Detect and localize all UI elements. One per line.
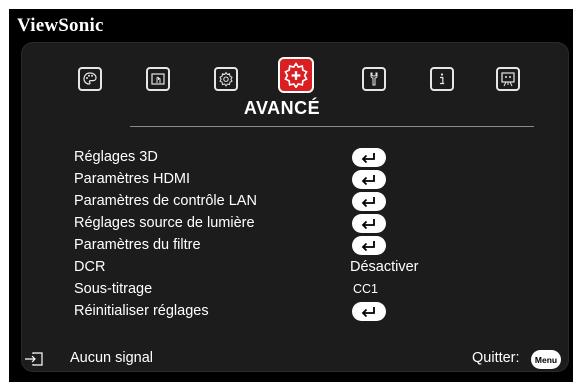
brand-logo: ViewSonic (17, 15, 104, 36)
menu-item[interactable]: Réinitialiser réglages (74, 301, 534, 322)
menu-item[interactable]: Paramètres du filtre (74, 235, 534, 256)
tab-bar (22, 43, 568, 133)
menu-item-value[interactable]: Désactiver (350, 257, 419, 278)
palette-icon (83, 72, 97, 85)
menu-item-label: Réinitialiser réglages (74, 303, 209, 319)
menu-item-label: Réglages 3D (74, 149, 158, 165)
tab-system[interactable] (362, 67, 386, 91)
gear-plus-icon (284, 62, 308, 88)
quit-label: Quitter: (472, 350, 520, 366)
signal-status: Aucun signal (70, 350, 154, 366)
enter-button[interactable] (352, 236, 386, 255)
enter-button[interactable] (352, 192, 386, 211)
screen-hand-icon (151, 73, 165, 85)
enter-icon (361, 306, 375, 317)
menu-item-label: DCR (74, 259, 106, 275)
menu-button[interactable]: Menu (531, 350, 561, 369)
info-icon (440, 73, 445, 85)
menu-item[interactable]: Paramètres de contrôle LAN (74, 191, 534, 212)
menu-item[interactable]: Paramètres HDMI (74, 169, 534, 190)
enter-icon (361, 240, 375, 251)
enter-icon (361, 152, 375, 163)
enter-icon (361, 196, 375, 207)
tab-image-settings[interactable] (78, 67, 102, 91)
tab-advanced[interactable] (278, 57, 314, 93)
gear-icon (219, 71, 233, 87)
menu-item-value[interactable]: CC1 (353, 279, 378, 300)
tab-information[interactable] (430, 67, 454, 91)
presentation-board-icon (501, 72, 515, 87)
title-divider (130, 126, 534, 127)
enter-icon (361, 174, 375, 185)
input-source-icon (25, 352, 43, 366)
menu-item-label: Sous-titrage (74, 281, 153, 297)
enter-button[interactable] (352, 148, 386, 167)
section-title: AVANCÉ (243, 98, 321, 118)
menu-item[interactable]: Sous-titrage CC1 (74, 279, 534, 300)
projector-osd-menu: ViewSonic AVANCÉ Réglages 3D Paramètres … (9, 9, 573, 382)
enter-icon (361, 218, 375, 229)
tab-basic[interactable] (214, 67, 238, 91)
footer-bar: Aucun signal Quitter: Menu (9, 344, 573, 374)
menu-item-label: Paramètres de contrôle LAN (74, 193, 257, 209)
menu-item[interactable]: Réglages source de lumière (74, 213, 534, 234)
tab-screen-settings[interactable] (146, 67, 170, 91)
menu-item[interactable]: DCR Désactiver (74, 257, 534, 278)
menu-item-label: Réglages source de lumière (74, 215, 255, 231)
menu-item-label: Paramètres du filtre (74, 237, 201, 253)
tab-presentation[interactable] (496, 67, 520, 91)
enter-button[interactable] (352, 170, 386, 189)
menu-panel: AVANCÉ Réglages 3D Paramètres HDMI Paramèt… (21, 42, 569, 372)
menu-item-label: Paramètres HDMI (74, 171, 191, 187)
enter-button[interactable] (352, 302, 386, 321)
menu-item[interactable]: Réglages 3D (74, 147, 534, 168)
wrench-icon (370, 72, 378, 86)
enter-button[interactable] (352, 214, 386, 233)
